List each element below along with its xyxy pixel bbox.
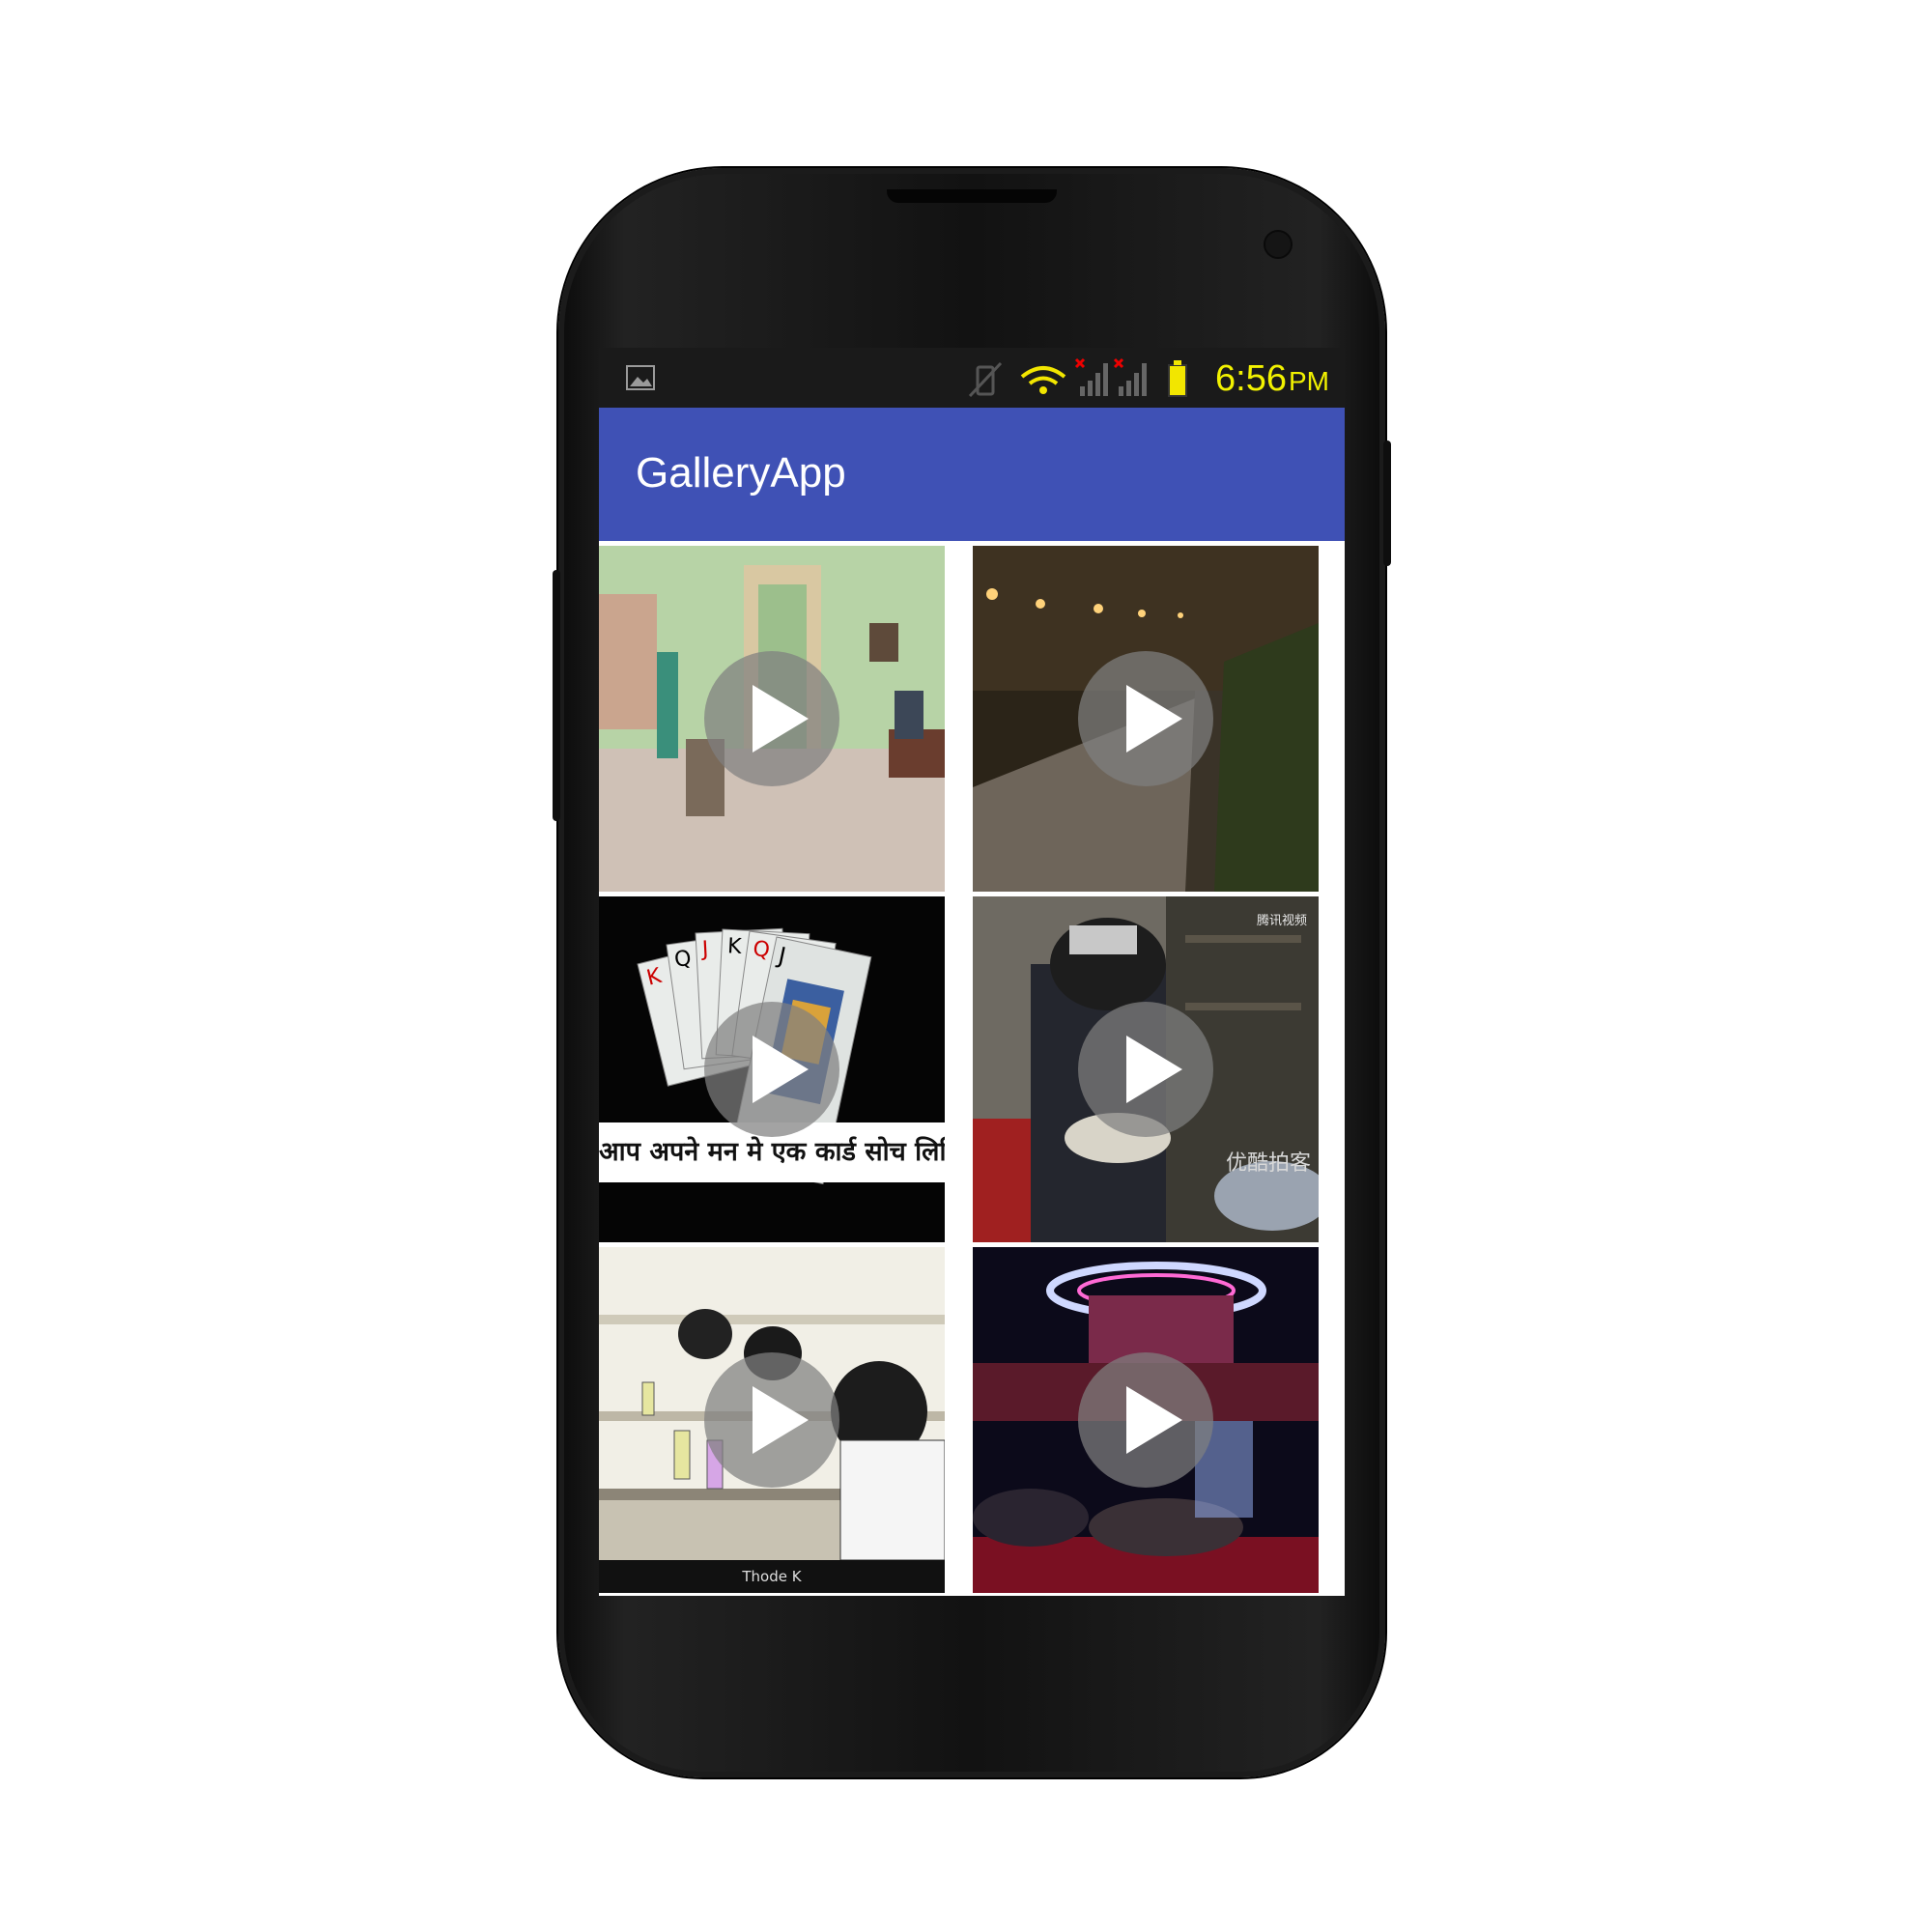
vibrate-off-icon [968,361,1003,398]
volume-button [1383,440,1391,566]
video-thumb-6[interactable] [973,1247,1319,1593]
signal-icon-2 [1113,357,1147,396]
battery-icon [1168,360,1187,397]
svg-text:K: K [726,934,742,959]
play-icon[interactable] [1078,651,1213,786]
app-bar: GalleryApp [599,408,1345,541]
image-notification-icon [626,365,655,390]
play-icon[interactable] [704,651,839,786]
power-button [553,570,560,821]
play-icon[interactable] [1078,1352,1213,1488]
video-thumb-5[interactable]: Thode K [599,1247,945,1593]
video-thumb-2[interactable] [973,546,1319,892]
watermark: 腾讯视频 [1256,914,1307,928]
screen: 6:56PM GalleryApp K Q J K Q J आप अपने मन… [599,348,1345,1596]
status-bar: 6:56PM [599,348,1345,408]
play-icon[interactable] [704,1352,839,1488]
video-thumb-4[interactable]: 腾讯视频 优酷拍客 [973,896,1319,1242]
svg-text:Q: Q [752,937,772,963]
clock: 6:56PM [1215,358,1329,399]
thumbnail-caption: 优酷拍客 [1225,1151,1311,1176]
play-icon[interactable] [1078,1002,1213,1137]
video-grid: K Q J K Q J आप अपने मन मे एक कार्ड सोच ल… [599,541,1345,1596]
earpiece-speaker [887,189,1057,203]
app-title: GalleryApp [636,449,846,497]
video-thumb-1[interactable] [599,546,945,892]
front-camera [1264,230,1293,259]
video-thumb-3[interactable]: K Q J K Q J आप अपने मन मे एक कार्ड सोच ल… [599,896,945,1242]
wifi-icon [1020,366,1066,394]
svg-text:Q: Q [673,947,694,973]
play-icon[interactable] [704,1002,839,1137]
signal-icon [1074,357,1108,396]
thumbnail-caption: Thode K [599,1560,945,1593]
